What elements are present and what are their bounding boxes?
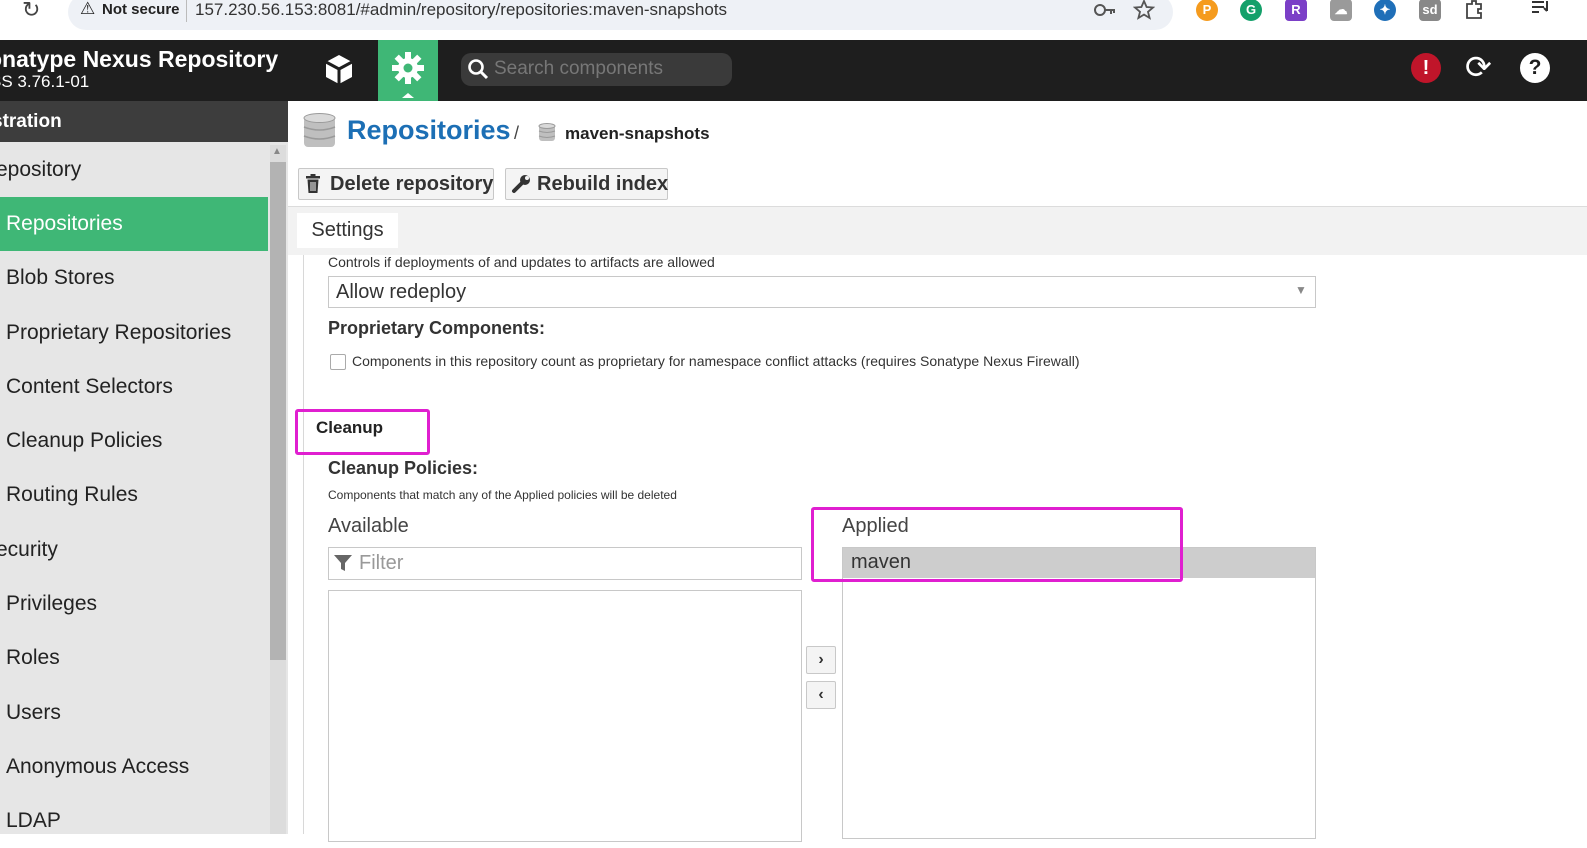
sidebar-item-label: Repositories <box>6 212 123 235</box>
filter-icon <box>334 555 352 571</box>
bookmark-star-icon[interactable] <box>1133 0 1155 21</box>
sidebar-item-label: Roles <box>6 646 60 669</box>
extension-purple-icon[interactable]: R <box>1285 0 1307 21</box>
sidebar-item-anonymous-access[interactable]: Anonymous Access <box>0 740 268 794</box>
sidebar-item-cleanup-policies[interactable]: Cleanup Policies <box>0 414 268 468</box>
breadcrumb-separator: / <box>514 123 520 143</box>
chevron-down-icon[interactable]: ▼ <box>1295 283 1307 297</box>
cleanup-policies-label: Cleanup Policies: <box>328 458 479 478</box>
deployment-policy-select[interactable] <box>328 276 1316 308</box>
help-icon[interactable]: ? <box>1520 53 1550 83</box>
search-icon <box>468 59 489 80</box>
database-icon <box>303 113 336 147</box>
extension-blue-icon[interactable]: ✦ <box>1374 0 1396 21</box>
sidebar-item-label: epository <box>0 158 82 181</box>
grammarly-extension-icon[interactable]: G <box>1240 0 1262 21</box>
url-separator <box>186 0 187 22</box>
sidebar-item-label: ecurity <box>0 538 58 561</box>
sidebar-item-users[interactable]: Users <box>0 686 268 740</box>
sidebar-item-blob-stores[interactable]: Blob Stores <box>0 251 268 305</box>
move-left-button[interactable]: ‹ <box>806 681 836 709</box>
not-secure-label[interactable]: Not secure <box>102 1 180 18</box>
reading-list-icon[interactable] <box>1530 0 1552 18</box>
sidebar-item-label: Cleanup Policies <box>6 429 163 452</box>
extension-orange-icon[interactable]: P <box>1196 0 1218 21</box>
available-policies-list[interactable] <box>328 590 802 842</box>
breadcrumb-current: maven-snapshots <box>565 124 710 143</box>
reload-icon[interactable]: ↻ <box>22 0 40 21</box>
sidebar-item-proprietary-repositories[interactable]: Proprietary Repositories <box>0 306 268 360</box>
deployment-policy-value: Allow redeploy <box>336 281 467 303</box>
url-text[interactable]: 157.230.56.153:8081/#admin/repository/re… <box>195 0 727 20</box>
sidebar-section-title: stration <box>0 101 288 142</box>
tab-settings[interactable]: Settings <box>297 213 398 248</box>
sidebar-item-ldap[interactable]: LDAP <box>0 794 268 848</box>
sidebar-item-privileges[interactable]: Privileges <box>0 577 268 631</box>
proprietary-checkbox[interactable] <box>330 354 346 370</box>
proprietary-checkbox-text: Components in this repository count as p… <box>352 353 1080 369</box>
proprietary-components-label: Proprietary Components: <box>328 318 546 338</box>
sidebar-scroll-thumb[interactable] <box>270 162 286 660</box>
wrench-icon <box>512 175 530 193</box>
tab-bar <box>288 207 1587 255</box>
sidebar-item-routing-rules[interactable]: Routing Rules <box>0 468 268 522</box>
annotation-highlight <box>295 409 430 455</box>
available-list-label: Available <box>328 515 409 537</box>
filter-placeholder: Filter <box>359 552 404 574</box>
product-title: onatype Nexus Repository <box>0 46 279 72</box>
breadcrumb-repositories-link[interactable]: Repositories <box>347 115 511 146</box>
warning-icon: ⚠ <box>80 0 96 18</box>
refresh-icon[interactable]: ⟳ <box>1465 50 1492 84</box>
sidebar-item-label: LDAP <box>6 809 61 832</box>
sidebar-item-epository[interactable]: epository <box>0 143 268 197</box>
extension-gray-icon[interactable]: ☁ <box>1330 0 1352 21</box>
password-key-icon[interactable] <box>1093 1 1117 19</box>
trash-icon <box>306 174 320 193</box>
sidebar-item-label: Anonymous Access <box>6 755 190 778</box>
search-placeholder: Search components <box>494 58 663 79</box>
extension-sd-icon[interactable]: sd <box>1419 0 1441 21</box>
sidebar-item-label: Routing Rules <box>6 483 138 506</box>
cube-icon <box>325 55 353 84</box>
extensions-puzzle-icon[interactable] <box>1463 0 1485 20</box>
rebuild-index-button[interactable]: Rebuild index <box>505 168 668 200</box>
sidebar-item-repositories[interactable]: Repositories <box>0 197 268 251</box>
sidebar-item-label: Users <box>6 701 61 724</box>
gear-icon <box>392 52 424 98</box>
browse-mode-button[interactable] <box>310 40 368 101</box>
content-border <box>303 255 304 834</box>
sidebar-item-label: Blob Stores <box>6 266 115 289</box>
sidebar-item-ecurity[interactable]: ecurity <box>0 523 268 577</box>
database-icon <box>538 123 556 141</box>
delete-repository-label: Delete repository <box>330 173 494 195</box>
move-right-button[interactable]: › <box>806 646 836 674</box>
deployment-policy-help: Controls if deployments of and updates t… <box>328 254 715 270</box>
annotation-highlight <box>811 507 1183 582</box>
sidebar-item-content-selectors[interactable]: Content Selectors <box>0 360 268 414</box>
sidebar-item-label: Privileges <box>6 592 98 615</box>
scroll-up-icon[interactable]: ▲ <box>272 146 282 157</box>
sidebar-item-label: Proprietary Repositories <box>6 321 232 344</box>
applied-policies-list[interactable] <box>842 547 1316 839</box>
admin-mode-button[interactable] <box>378 40 438 101</box>
cleanup-policies-help: Components that match any of the Applied… <box>328 488 677 502</box>
rebuild-index-label: Rebuild index <box>537 173 669 195</box>
sidebar-item-roles[interactable]: Roles <box>0 631 268 685</box>
delete-repository-button[interactable]: Delete repository <box>298 168 494 200</box>
alert-icon[interactable]: ! <box>1411 53 1441 83</box>
product-version: SS 3.76.1-01 <box>0 72 90 91</box>
sidebar-item-label: Content Selectors <box>6 375 173 398</box>
